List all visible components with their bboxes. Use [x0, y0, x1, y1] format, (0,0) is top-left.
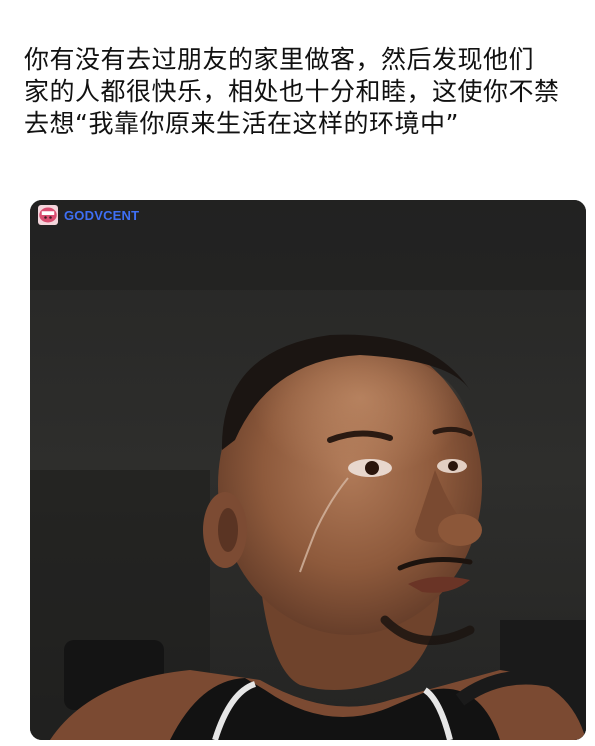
caption-line-3: 去想“我靠你原来生活在这样的环境中” [24, 109, 459, 138]
watermark-text: GODVCENT [64, 207, 140, 223]
caption-line-1: 你有没有去过朋友的家里做客，然后发现他们 [24, 45, 535, 74]
meme-photo: GODVCENT [30, 200, 586, 740]
crying-man-illustration [30, 200, 586, 740]
meme-caption: 你有没有去过朋友的家里做客，然后发现他们 家的人都很快乐，相处也十分和睦，这使你… [24, 44, 584, 140]
watermark: GODVCENT [38, 205, 139, 225]
watermark-logo-icon [38, 205, 58, 225]
caption-line-2: 家的人都很快乐，相处也十分和睦，这使你不禁 [24, 77, 560, 106]
